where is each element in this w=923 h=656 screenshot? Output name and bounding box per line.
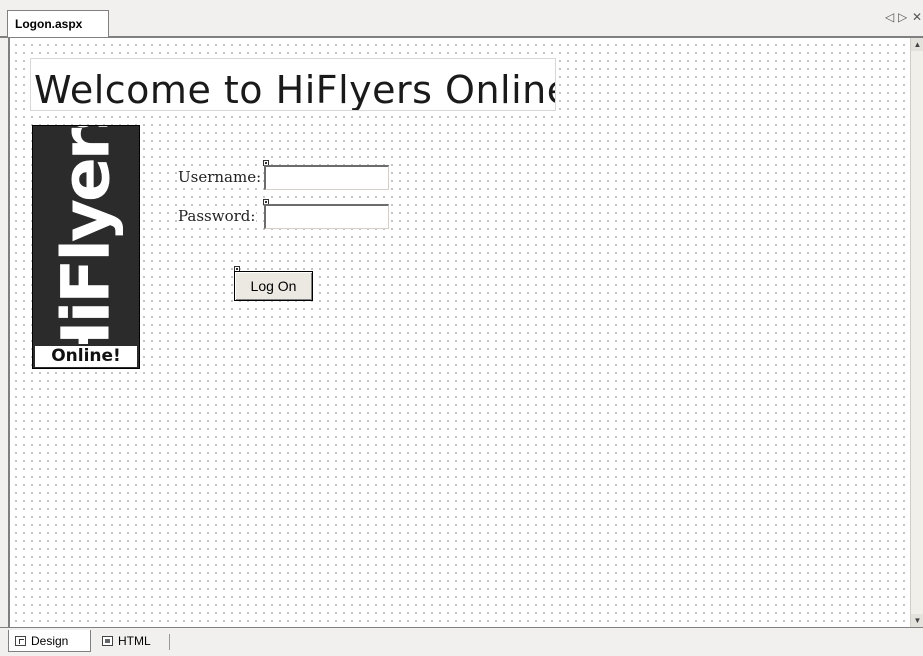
username-input[interactable] bbox=[264, 165, 389, 190]
log-on-button[interactable]: Log On bbox=[234, 271, 313, 301]
tab-html[interactable]: HTML bbox=[96, 630, 158, 652]
tab-design[interactable]: Design bbox=[8, 630, 91, 652]
username-label: Username: bbox=[177, 168, 263, 186]
tab-separator bbox=[169, 634, 170, 650]
logo-main: HiFlyers bbox=[33, 126, 139, 344]
close-icon[interactable]: ✕ bbox=[912, 10, 922, 24]
logo-main-text: HiFlyers bbox=[47, 126, 125, 344]
design-surface[interactable]: Welcome to HiFlyers Online HiFlyers Onli… bbox=[8, 38, 910, 627]
html-view-icon bbox=[102, 636, 113, 646]
hiflyers-logo[interactable]: HiFlyers Online! bbox=[32, 125, 140, 369]
password-input[interactable] bbox=[264, 204, 389, 229]
vertical-scrollbar[interactable]: ▲ ▼ bbox=[910, 38, 923, 627]
triangle-left-icon[interactable]: ◁ bbox=[885, 10, 894, 24]
tab-design-label: Design bbox=[31, 634, 69, 648]
scroll-down-arrow-icon[interactable]: ▼ bbox=[911, 614, 923, 627]
triangle-right-icon[interactable]: ▷ bbox=[898, 10, 907, 24]
page-heading[interactable]: Welcome to HiFlyers Online bbox=[30, 58, 556, 111]
scroll-up-arrow-icon[interactable]: ▲ bbox=[911, 38, 923, 51]
logo-sub-text: Online! bbox=[35, 346, 137, 367]
tab-title: Logon.aspx bbox=[15, 17, 83, 31]
password-label: Password: bbox=[177, 207, 257, 225]
page-heading-text: Welcome to HiFlyers Online bbox=[34, 68, 556, 111]
tab-html-label: HTML bbox=[118, 634, 151, 648]
document-tab-strip: Logon.aspx ◁ ▷ ✕ bbox=[0, 0, 923, 37]
tab-logon-aspx[interactable]: Logon.aspx bbox=[7, 10, 109, 37]
design-view-icon bbox=[15, 636, 26, 646]
view-tab-bar: Design HTML bbox=[0, 627, 923, 656]
